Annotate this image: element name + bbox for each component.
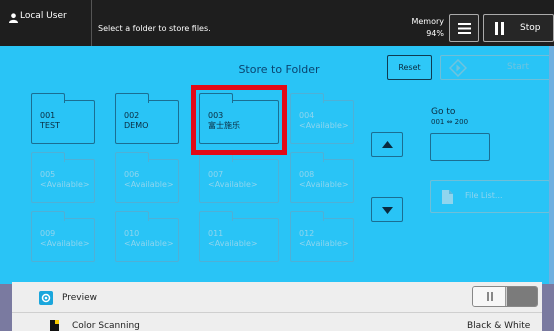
options-panel: Preview Color Scanning Black & White	[12, 282, 542, 331]
folder-012[interactable]: 012 <Available>	[290, 211, 354, 262]
memory-value: 94%	[426, 29, 444, 38]
folder-tab	[199, 211, 233, 221]
folder-tab	[290, 152, 324, 162]
preview-eye-icon	[39, 291, 53, 305]
folder-number: 002	[124, 111, 140, 120]
menu-button[interactable]	[449, 14, 479, 42]
panel-edge	[549, 46, 554, 284]
toggle-grip-icon	[491, 292, 493, 301]
goto-label: Go to	[431, 107, 456, 117]
folder-001[interactable]: 001 TEST	[31, 93, 95, 144]
folder-006[interactable]: 006 <Available>	[115, 152, 179, 203]
folder-number: 004	[299, 111, 315, 120]
folder-tab	[290, 93, 324, 103]
folder-011[interactable]: 011 <Available>	[199, 211, 279, 262]
start-label: Start	[507, 62, 529, 72]
folder-name: <Available>	[299, 239, 349, 248]
triangle-down-icon	[382, 207, 393, 214]
folder-number: 012	[299, 229, 315, 238]
folder-number: 008	[299, 170, 315, 179]
folder-name: <Available>	[40, 239, 90, 248]
memory-label: Memory	[411, 17, 444, 26]
folder-004[interactable]: 004 <Available>	[290, 93, 354, 144]
folder-010[interactable]: 010 <Available>	[115, 211, 179, 262]
folder-name: <Available>	[299, 121, 349, 130]
folder-number: 010	[124, 229, 140, 238]
preview-row[interactable]: Preview	[12, 282, 542, 311]
folder-007[interactable]: 007 <Available>	[199, 152, 279, 203]
page-title: Store to Folder	[238, 63, 320, 76]
top-bar: Local User Select a folder to store file…	[0, 0, 554, 46]
folder-name: DEMO	[124, 121, 149, 130]
folder-name: <Available>	[208, 180, 258, 189]
divider	[12, 312, 542, 313]
folder-tab	[115, 152, 149, 162]
folder-name: TEST	[40, 121, 60, 130]
folder-number: 005	[40, 170, 56, 179]
folder-005[interactable]: 005 <Available>	[31, 152, 95, 203]
color-scanning-value[interactable]: Black & White	[467, 321, 530, 331]
pause-icon	[495, 22, 504, 35]
folder-name: <Available>	[299, 180, 349, 189]
folder-number: 001	[40, 111, 56, 120]
local-user-button[interactable]: Local User	[0, 0, 92, 46]
stop-label: Stop	[520, 23, 541, 33]
reset-button[interactable]: Reset	[387, 55, 432, 80]
folder-009[interactable]: 009 <Available>	[31, 211, 95, 262]
instruction-text: Select a folder to store files.	[98, 24, 211, 33]
folder-tab	[290, 211, 324, 221]
store-to-folder-panel: Store to Folder Reset Start 001 TEST 002…	[0, 46, 554, 284]
start-button[interactable]: Start	[440, 55, 552, 80]
folder-tab	[31, 211, 65, 221]
preview-toggle[interactable]	[472, 286, 538, 307]
user-label: Local User	[20, 11, 67, 21]
folder-tab	[115, 211, 149, 221]
file-list-button[interactable]: File List...	[430, 180, 550, 213]
folder-number: 011	[208, 229, 224, 238]
scroll-up-button[interactable]	[371, 132, 403, 157]
selected-folder-highlight	[191, 85, 287, 155]
triangle-up-icon	[382, 141, 393, 148]
folder-002[interactable]: 002 DEMO	[115, 93, 179, 144]
folder-008[interactable]: 008 <Available>	[290, 152, 354, 203]
toggle-off-side	[473, 287, 506, 306]
folder-name: <Available>	[124, 180, 174, 189]
folder-tab	[31, 93, 65, 103]
file-list-label: File List...	[465, 191, 503, 200]
folder-tab	[31, 152, 65, 162]
scroll-down-button[interactable]	[371, 197, 403, 222]
folder-tab	[115, 93, 149, 103]
color-scanning-icon	[50, 320, 59, 331]
folder-name: <Available>	[124, 239, 174, 248]
preview-label: Preview	[62, 293, 98, 303]
folder-number: 009	[40, 229, 56, 238]
color-scanning-label: Color Scanning	[72, 321, 140, 331]
folder-name: <Available>	[208, 239, 258, 248]
toggle-on-side	[507, 287, 537, 306]
toggle-grip-icon	[487, 292, 489, 301]
folder-number: 007	[208, 170, 224, 179]
goto-input[interactable]	[430, 133, 490, 161]
goto-range: 001 ⇔ 200	[431, 118, 469, 126]
stop-button[interactable]: Stop	[483, 14, 554, 42]
folder-number: 006	[124, 170, 140, 179]
hamburger-menu-icon	[458, 23, 471, 34]
document-icon	[442, 190, 453, 204]
folder-name: <Available>	[40, 180, 90, 189]
start-diamond-icon	[449, 59, 467, 77]
user-icon	[9, 13, 18, 23]
